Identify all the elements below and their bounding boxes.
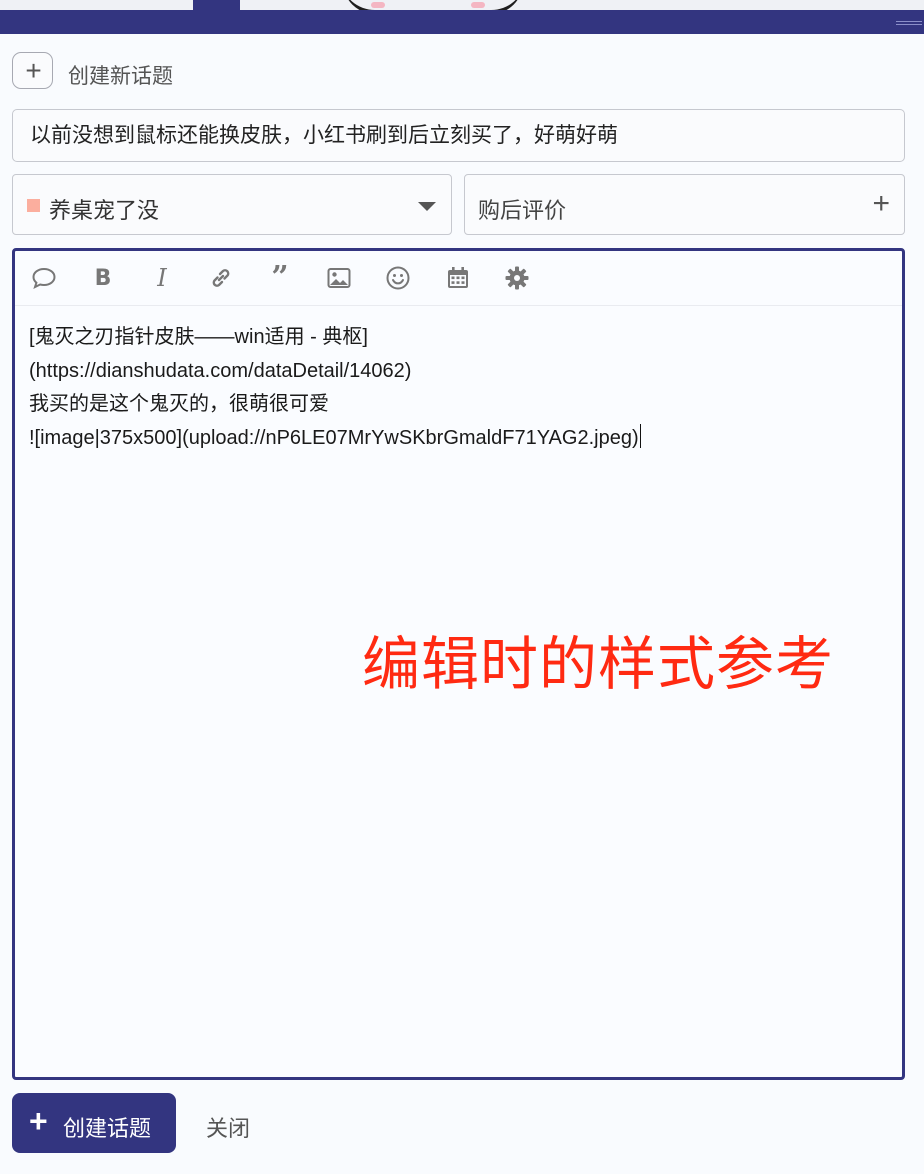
resize-grip[interactable] bbox=[896, 21, 922, 27]
category-color-swatch bbox=[27, 199, 40, 212]
bold-icon[interactable]: B bbox=[89, 264, 117, 292]
composer-page: + 创建新话题 以前没想到鼠标还能换皮肤，小红书刷到后立刻买了，好萌好萌 养桌宠… bbox=[0, 0, 924, 1174]
create-topic-label: 创建话题 bbox=[63, 1116, 152, 1141]
chevron-down-icon bbox=[418, 202, 436, 211]
plus-icon: + bbox=[29, 1103, 48, 1139]
topic-title-input[interactable]: 以前没想到鼠标还能换皮肤，小红书刷到后立刻买了，好萌好萌 bbox=[12, 109, 905, 162]
speech-bubble-icon[interactable] bbox=[30, 264, 58, 292]
mascot-image bbox=[343, 0, 523, 10]
create-new-topic-label[interactable]: 创建新话题 bbox=[68, 60, 173, 90]
editor-textarea[interactable]: [鬼灭之刃指针皮肤——win适用 - 典枢] (https://dianshud… bbox=[29, 321, 889, 455]
editor-line: ![image|375x500](upload://nP6LE07MrYwSKb… bbox=[29, 426, 639, 449]
editor-line: 我买的是这个鬼灭的，很萌很可爱 bbox=[29, 393, 329, 415]
create-new-topic-button[interactable]: + bbox=[12, 52, 53, 89]
emoji-icon[interactable] bbox=[384, 264, 412, 292]
text-cursor bbox=[639, 423, 642, 448]
italic-icon[interactable]: I bbox=[148, 264, 176, 292]
quote-icon[interactable]: ” bbox=[266, 263, 294, 293]
editor-line: [鬼灭之刃指针皮肤——win适用 - 典枢] bbox=[29, 326, 368, 348]
link-icon[interactable] bbox=[207, 264, 235, 292]
create-topic-button[interactable]: + 创建话题 bbox=[12, 1093, 176, 1153]
plus-icon: + bbox=[25, 55, 42, 86]
editor-line-with-cursor: ![image|375x500](upload://nP6LE07MrYwSKb… bbox=[29, 422, 889, 456]
style-reference-watermark: 编辑时的样式参考 bbox=[362, 632, 835, 697]
category-select[interactable]: 养桌宠了没 bbox=[12, 174, 452, 235]
tag-select[interactable]: 购后评价 + bbox=[464, 174, 905, 235]
header-tab bbox=[193, 0, 240, 10]
mascot-blush bbox=[371, 2, 385, 8]
tag-label: 购后评价 bbox=[478, 198, 567, 223]
gear-icon[interactable] bbox=[503, 264, 531, 292]
composer-header-bar bbox=[0, 10, 924, 34]
calendar-icon[interactable] bbox=[444, 264, 472, 292]
mascot-blush bbox=[471, 2, 485, 8]
image-icon[interactable] bbox=[325, 264, 353, 292]
close-button[interactable]: 关闭 bbox=[206, 1111, 250, 1143]
top-strip bbox=[0, 0, 924, 10]
editor-line: (https://dianshudata.com/dataDetail/1406… bbox=[29, 359, 412, 382]
category-label: 养桌宠了没 bbox=[49, 198, 160, 223]
editor-toolbar: B I ” bbox=[15, 251, 902, 306]
editor[interactable]: B I ” [鬼灭之刃指针皮肤——win适用 - 典枢] (https://di… bbox=[12, 248, 905, 1080]
add-tag-icon[interactable]: + bbox=[872, 187, 890, 221]
